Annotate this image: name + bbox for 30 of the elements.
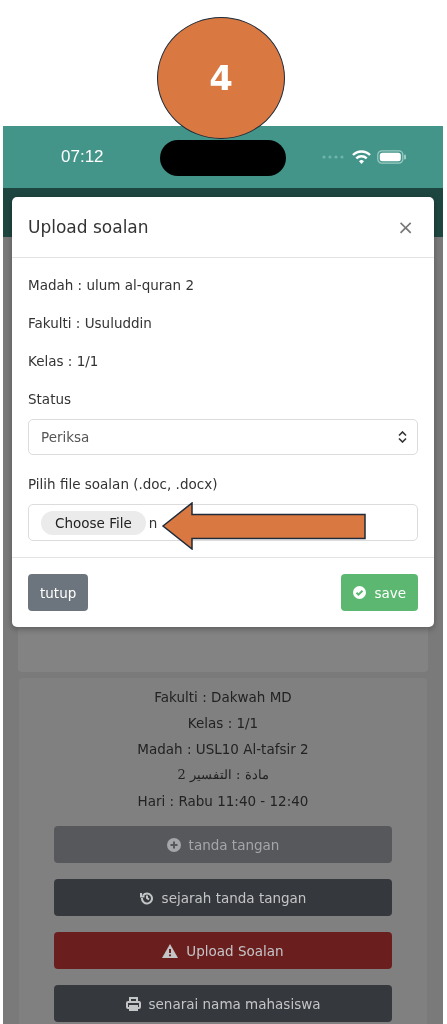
status-label: Status (28, 390, 73, 408)
signal-icon (322, 155, 346, 159)
info-text: Kelas : 1/1 (28, 352, 100, 370)
chevron-updown-icon (398, 431, 407, 443)
action-button[interactable]: senarai nama mahasiswa (54, 985, 392, 1022)
action-button[interactable]: Upload Soalan (54, 932, 392, 969)
info-text: Fakulti : Usuluddin (28, 314, 153, 332)
info-text: Hari : Rabu 11:40 - 12:40 (136, 792, 310, 810)
clock-time: 07:12 (61, 147, 104, 167)
battery-icon (377, 150, 407, 164)
warning-icon (162, 943, 179, 958)
plus-circle-icon (166, 837, 181, 852)
status-select[interactable]: Periksa (28, 419, 418, 455)
printer-icon (125, 996, 141, 1011)
close-button[interactable]: tutup (28, 574, 89, 611)
info-text: Fakulti : Dakwah MD (153, 688, 293, 706)
check-circle-icon (353, 586, 367, 599)
info-text: مادة : التفسير 2 (176, 766, 270, 784)
choose-file-button[interactable]: Choose File (41, 510, 146, 535)
action-button[interactable]: sejarah tanda tangan (54, 879, 392, 916)
info-text: Kelas : 1/1 (186, 714, 260, 732)
info-text: Madah : ulum al-quran 2 (28, 276, 196, 294)
file-name-text: n (148, 514, 158, 531)
file-label: Pilih file soalan (.doc, .docx) (28, 475, 219, 493)
arrow-icon (161, 502, 369, 550)
modal-title: Upload soalan (28, 217, 149, 237)
info-text: Madah : USL10 Al-tafsir 2 (136, 740, 310, 758)
wifi-icon (352, 150, 371, 164)
history-icon (139, 890, 154, 905)
step-number-badge: 4 (157, 17, 285, 139)
